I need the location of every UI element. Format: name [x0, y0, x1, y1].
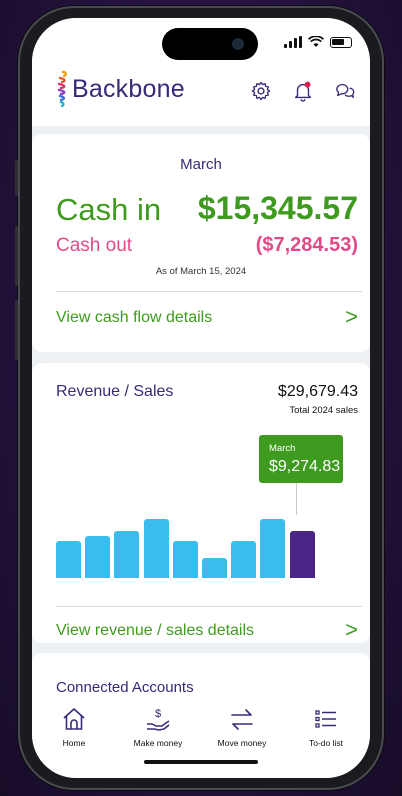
revenue-title: Revenue / Sales [56, 383, 174, 400]
bottom-tab-bar: Home $ Make money Move money To-do list [32, 694, 370, 778]
revenue-bar[interactable] [143, 518, 169, 578]
bell-icon[interactable] [292, 80, 314, 102]
dynamic-island [162, 28, 258, 60]
chevron-right-icon[interactable]: > [345, 304, 358, 330]
chevron-right-icon[interactable]: > [345, 617, 358, 643]
month-label: March [180, 156, 222, 173]
battery-icon [330, 36, 352, 48]
revenue-total: $29,679.43 [277, 383, 358, 400]
app-screen: Backbone March Cash in $15,345.57 Cash o… [32, 18, 370, 778]
backbone-logo-icon [57, 70, 67, 108]
tab-label: Move money [217, 738, 267, 748]
revenue-bar[interactable] [56, 540, 81, 578]
wifi-icon [308, 36, 324, 47]
side-button [15, 226, 18, 286]
home-indicator [144, 760, 258, 764]
as-of-date: As of March 15, 2024 [155, 266, 247, 277]
revenue-bar[interactable] [114, 530, 140, 578]
gear-icon[interactable] [250, 80, 272, 102]
tab-home[interactable]: Home [32, 706, 116, 748]
revenue-card: Revenue / Sales $29,679.43 Total 2024 sa… [32, 363, 370, 643]
list-icon [315, 710, 336, 728]
cash-out-label: Cash out [56, 235, 133, 256]
svg-text:$: $ [155, 708, 161, 720]
brand-logo[interactable]: Backbone [56, 70, 185, 108]
bar-tooltip: March $9,274.83 [259, 435, 343, 483]
header-actions [250, 80, 356, 102]
revenue-bar[interactable] [202, 557, 227, 578]
revenue-bar-chart[interactable] [56, 513, 316, 578]
tab-to-do-list[interactable]: To-do list [284, 706, 368, 748]
cash-in-value: $15,345.57 [197, 190, 358, 226]
revenue-total-caption: Total 2024 sales [289, 405, 358, 416]
money-hand-icon: $ [147, 708, 170, 731]
tooltip-connector [296, 483, 297, 515]
tab-make-money[interactable]: $ Make money [116, 706, 200, 748]
tab-label: Make money [133, 738, 183, 748]
revenue-bar[interactable] [85, 536, 111, 578]
tooltip-value: $9,274.83 [269, 458, 341, 475]
cash-in-label: Cash in [56, 192, 162, 227]
revenue-bar[interactable] [172, 540, 198, 578]
cash-out-value: ($7,284.53) [255, 234, 358, 256]
side-button [15, 300, 18, 360]
signal-icon [284, 36, 302, 48]
revenue-details-link[interactable]: View revenue / sales details [56, 622, 254, 640]
revenue-bar[interactable] [260, 518, 286, 578]
revenue-bar[interactable] [231, 540, 257, 578]
home-icon [63, 708, 85, 730]
side-button [15, 160, 18, 196]
chat-icon[interactable] [334, 80, 356, 102]
tab-label: Home [62, 738, 86, 748]
divider [56, 291, 362, 292]
notification-dot [304, 81, 311, 88]
cash-flow-card: March Cash in $15,345.57 Cash out ($7,28… [32, 134, 370, 352]
divider [56, 606, 362, 607]
tab-label: To-do list [308, 738, 343, 748]
cash-flow-details-link[interactable]: View cash flow details [56, 309, 212, 327]
transfer-arrows-icon [231, 709, 253, 730]
brand-name: Backbone [72, 74, 185, 103]
status-bar [284, 36, 352, 48]
app-header: Backbone [32, 18, 370, 126]
tab-move-money[interactable]: Move money [200, 706, 284, 748]
tooltip-month: March [269, 443, 296, 454]
revenue-bar[interactable] [289, 530, 315, 578]
